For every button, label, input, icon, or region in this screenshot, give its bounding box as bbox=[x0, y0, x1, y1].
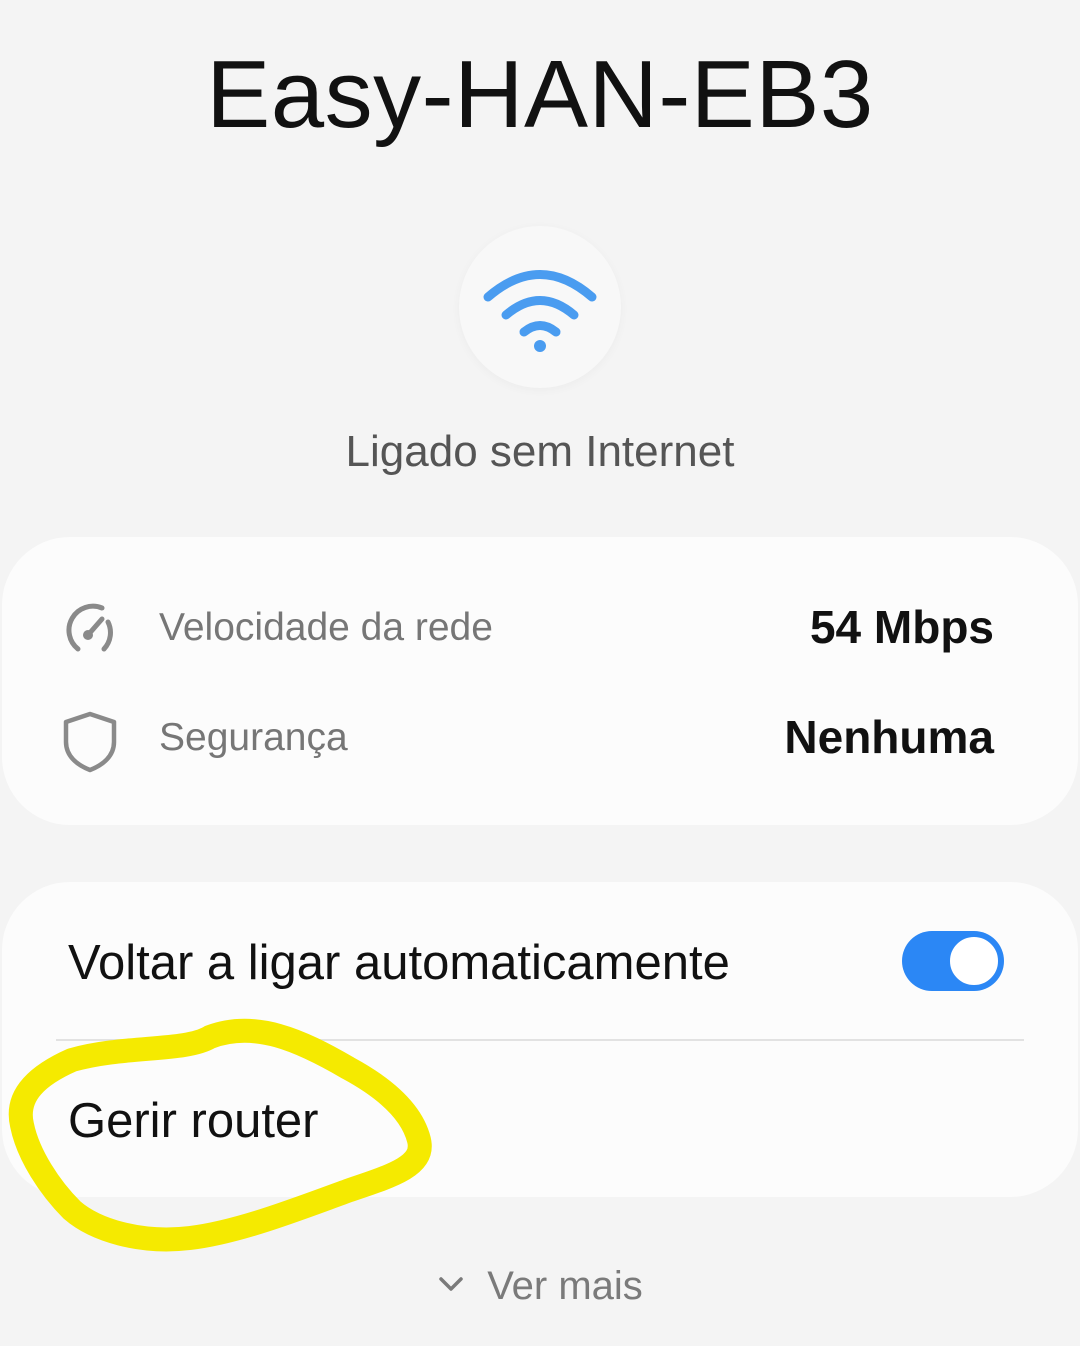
wifi-status-badge bbox=[459, 226, 621, 388]
manage-router-button[interactable]: Gerir router bbox=[2, 1042, 1078, 1197]
see-more-label: Ver mais bbox=[487, 1264, 643, 1308]
auto-reconnect-label: Voltar a ligar automaticamente bbox=[68, 936, 730, 990]
security-value: Nenhuma bbox=[784, 711, 994, 763]
network-speed-value: 54 Mbps bbox=[809, 601, 994, 653]
network-actions-card: Voltar a ligar automaticamente Gerir rou… bbox=[2, 882, 1078, 1197]
wifi-icon bbox=[483, 270, 597, 352]
see-more-button[interactable]: Ver mais bbox=[0, 1258, 1080, 1318]
see-more-content: Ver mais bbox=[437, 1258, 643, 1314]
network-speed-label: Velocidade da rede bbox=[159, 606, 493, 649]
auto-reconnect-row[interactable]: Voltar a ligar automaticamente bbox=[2, 882, 1078, 1040]
security-row: Segurança Nenhuma bbox=[2, 697, 1078, 777]
shield-icon bbox=[63, 711, 117, 773]
auto-reconnect-toggle[interactable] bbox=[902, 931, 1004, 991]
connection-status: Ligado sem Internet bbox=[345, 427, 735, 476]
toggle-knob bbox=[947, 934, 1001, 988]
network-info-card: Velocidade da rede 54 Mbps Segurança Nen… bbox=[2, 537, 1078, 825]
manage-router-label: Gerir router bbox=[68, 1094, 319, 1148]
chevron-down-icon bbox=[439, 1277, 463, 1291]
network-title: Easy-HAN-EB3 bbox=[206, 41, 874, 148]
speedometer-icon bbox=[66, 603, 113, 652]
divider bbox=[56, 1039, 1024, 1041]
network-speed-row: Velocidade da rede 54 Mbps bbox=[2, 587, 1078, 667]
security-label: Segurança bbox=[159, 716, 348, 759]
